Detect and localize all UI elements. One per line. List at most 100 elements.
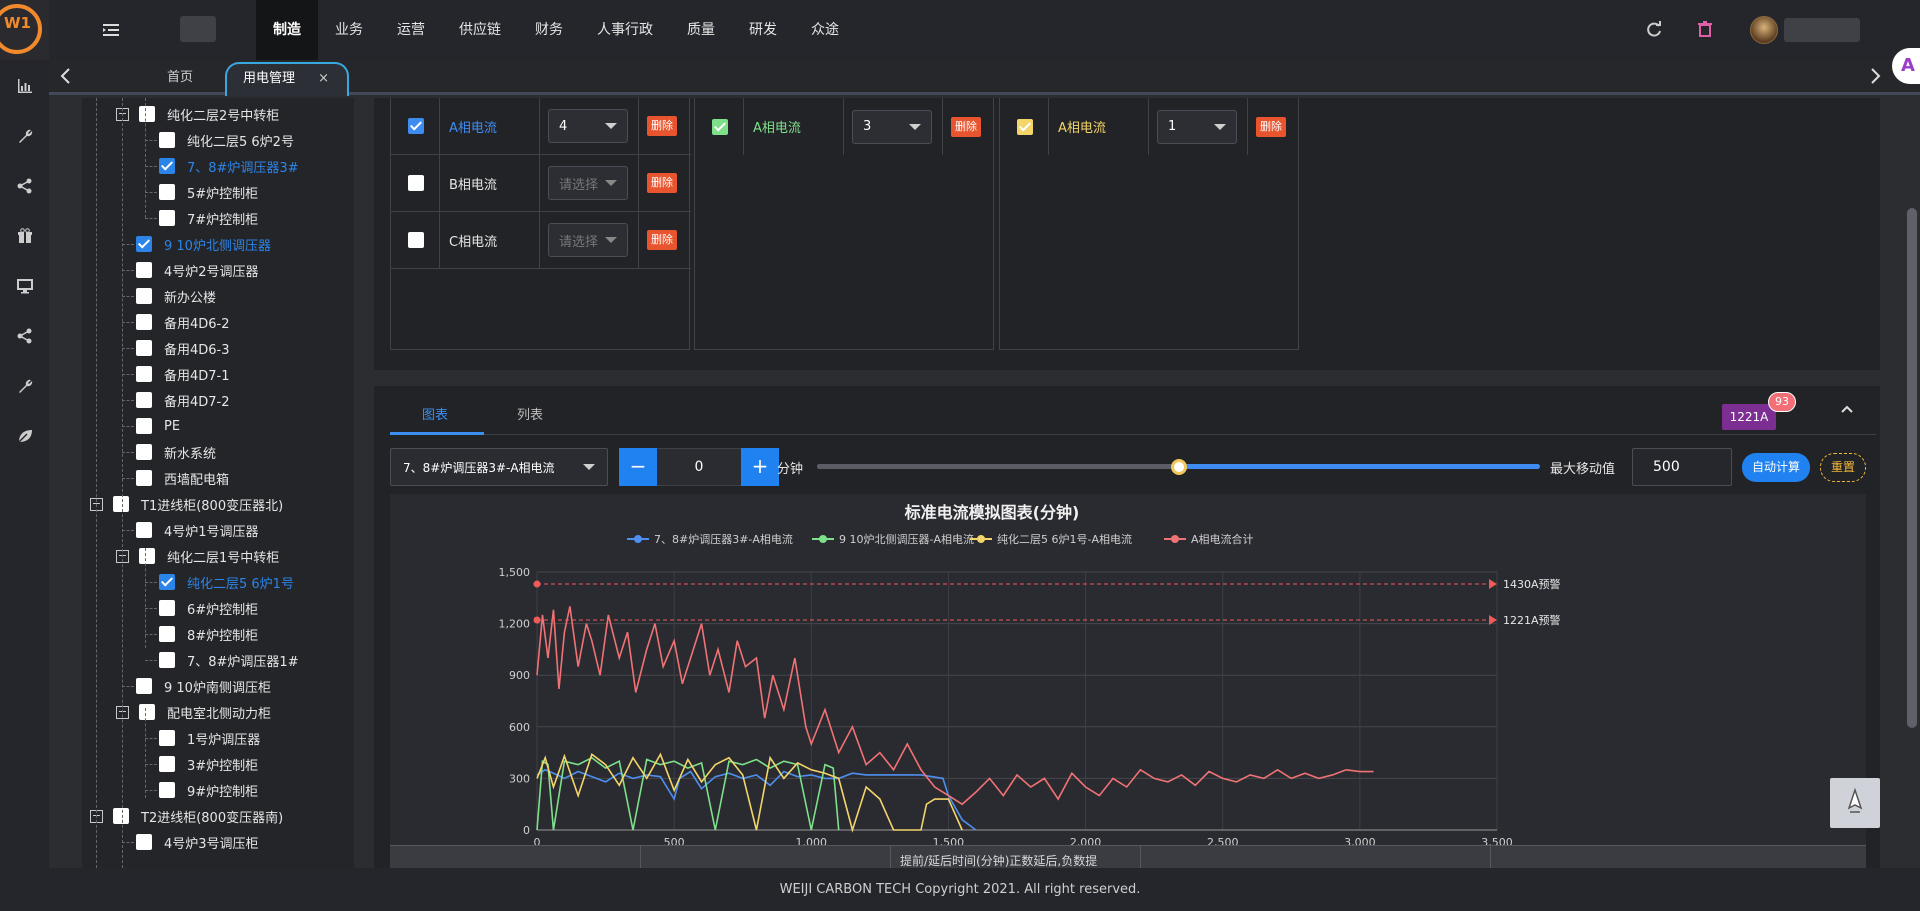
phase-value-select[interactable]: 1 (1157, 109, 1237, 144)
chevron-left-icon[interactable] (56, 66, 76, 86)
page-scrollbar[interactable] (1902, 98, 1920, 868)
reset-button[interactable]: 重置 (1820, 453, 1866, 482)
tree-node[interactable]: 7#炉控制柜 (159, 205, 258, 231)
offset-value[interactable]: 0 (657, 448, 741, 486)
slider-handle[interactable] (1170, 459, 1187, 475)
tree-checkbox[interactable] (136, 236, 152, 252)
nav-item-2[interactable]: 运营 (380, 0, 442, 60)
chevron-up-icon[interactable] (1840, 402, 1854, 416)
tree-node[interactable]: 备用4D6-3 (136, 335, 230, 361)
tree-checkbox[interactable] (136, 262, 152, 278)
delete-button[interactable]: 删除 (647, 116, 677, 136)
gift-icon[interactable] (17, 228, 33, 244)
nav-item-1[interactable]: 业务 (318, 0, 380, 60)
tree-checkbox[interactable] (159, 730, 175, 746)
chevron-right-icon[interactable] (1865, 66, 1885, 86)
tree-checkbox[interactable] (136, 470, 152, 486)
phase-value-select[interactable]: 4 (548, 109, 628, 143)
delete-button[interactable]: 删除 (951, 116, 981, 137)
tree-checkbox[interactable] (136, 314, 152, 330)
nav-item-3[interactable]: 供应链 (442, 0, 518, 60)
menu-toggle-icon[interactable] (101, 20, 121, 40)
tree-node[interactable]: − 纯化二层1号中转柜 (116, 543, 279, 569)
delete-button[interactable]: 删除 (647, 173, 677, 193)
tree-checkbox[interactable] (136, 366, 152, 382)
tree-node[interactable]: 备用4D6-2 (136, 309, 230, 335)
tree-checkbox[interactable] (136, 340, 152, 356)
tree-node[interactable]: 西墙配电箱 (136, 465, 229, 491)
tree-checkbox[interactable] (136, 522, 152, 538)
app-logo[interactable]: W1 (0, 0, 49, 60)
tree-checkbox[interactable] (159, 600, 175, 616)
nav-item-8[interactable]: 众途 (794, 0, 856, 60)
tree-node[interactable]: 4号炉2号调压器 (136, 257, 259, 283)
tree-node[interactable]: 7、8#炉调压器3# (159, 153, 299, 179)
leaf-icon[interactable] (17, 428, 33, 444)
auto-calc-button[interactable]: 自动计算 (1742, 453, 1810, 482)
phase-checkbox[interactable] (408, 175, 424, 191)
tree-checkbox[interactable] (159, 652, 175, 668)
tree-checkbox[interactable] (159, 210, 175, 226)
tree-node[interactable]: 7、8#炉调压器1# (159, 647, 299, 673)
tree-checkbox[interactable] (139, 548, 155, 564)
wrench-icon-2[interactable] (17, 378, 33, 394)
tree-node[interactable]: 4号炉1号调压器 (136, 517, 259, 543)
phase-checkbox[interactable] (1017, 118, 1033, 135)
tab-chart[interactable]: 图表 (422, 404, 448, 423)
nav-item-4[interactable]: 财务 (518, 0, 580, 60)
tree-node[interactable]: 备用4D7-2 (136, 387, 230, 413)
refresh-icon[interactable] (1645, 20, 1663, 38)
nav-item-7[interactable]: 研发 (732, 0, 794, 60)
tree-node[interactable]: 新水系统 (136, 439, 216, 465)
tree-checkbox[interactable] (139, 106, 155, 122)
share-icon[interactable] (17, 178, 33, 194)
tab-home[interactable]: 首页 (149, 60, 211, 95)
tree-checkbox[interactable] (159, 626, 175, 642)
tree-checkbox[interactable] (159, 184, 175, 200)
max-move-input[interactable]: 500 (1632, 448, 1732, 486)
tab-list[interactable]: 列表 (517, 404, 543, 423)
tree-node[interactable]: 3#炉控制柜 (159, 751, 258, 777)
tree-checkbox[interactable] (159, 756, 175, 772)
tree-checkbox[interactable] (159, 574, 175, 590)
tab-close-icon[interactable]: × (318, 64, 329, 94)
tree-node[interactable]: 纯化二层5 6炉2号 (159, 127, 294, 153)
wrench-icon[interactable] (17, 128, 33, 144)
user-avatar[interactable] (1750, 16, 1778, 44)
nav-item-6[interactable]: 质量 (670, 0, 732, 60)
tree-checkbox[interactable] (136, 444, 152, 460)
tree-checkbox[interactable] (159, 158, 175, 174)
delete-button[interactable]: 删除 (647, 230, 677, 250)
nav-item-5[interactable]: 人事行政 (580, 0, 670, 60)
phase-checkbox[interactable] (408, 118, 424, 134)
nav-item-0[interactable]: 制造 (256, 0, 318, 60)
tree-node[interactable]: 9#炉控制柜 (159, 777, 258, 803)
device-select[interactable]: 7、8#炉调压器3#-A相电流 (390, 448, 608, 486)
tree-checkbox[interactable] (136, 834, 152, 850)
tree-node[interactable]: 1号炉调压器 (159, 725, 260, 751)
delete-button[interactable]: 删除 (1256, 116, 1286, 137)
tree-checkbox[interactable] (159, 132, 175, 148)
phase-value-select[interactable]: 请选择 (548, 223, 628, 257)
tree-node[interactable]: 9 10炉南侧调压柜 (136, 673, 271, 699)
tree-node[interactable]: − 配电室北侧动力柜 (116, 699, 271, 725)
tree-node[interactable]: 5#炉控制柜 (159, 179, 258, 205)
tree-node[interactable]: 新办公楼 (136, 283, 216, 309)
tree-node[interactable]: 4号炉3号调压柜 (136, 829, 259, 855)
tree-checkbox[interactable] (136, 418, 152, 434)
trash-icon[interactable] (1696, 20, 1714, 38)
tree-node[interactable]: 9 10炉北侧调压器 (136, 231, 271, 257)
phase-value-select[interactable]: 请选择 (548, 166, 628, 200)
tree-node[interactable]: − 纯化二层2号中转柜 (116, 101, 279, 127)
tree-checkbox[interactable] (159, 782, 175, 798)
tree-checkbox[interactable] (139, 704, 155, 720)
phase-checkbox[interactable] (408, 232, 424, 248)
tree-node[interactable]: PE (136, 413, 180, 439)
phase-value-select[interactable]: 3 (852, 109, 932, 144)
tree-node[interactable]: 备用4D7-1 (136, 361, 230, 387)
tree-checkbox[interactable] (113, 496, 129, 512)
phase-checkbox[interactable] (712, 118, 728, 135)
warning-value-badge[interactable]: 1221A (1722, 404, 1776, 430)
assistant-badge[interactable]: A (1892, 48, 1920, 84)
tree-checkbox[interactable] (113, 808, 129, 824)
